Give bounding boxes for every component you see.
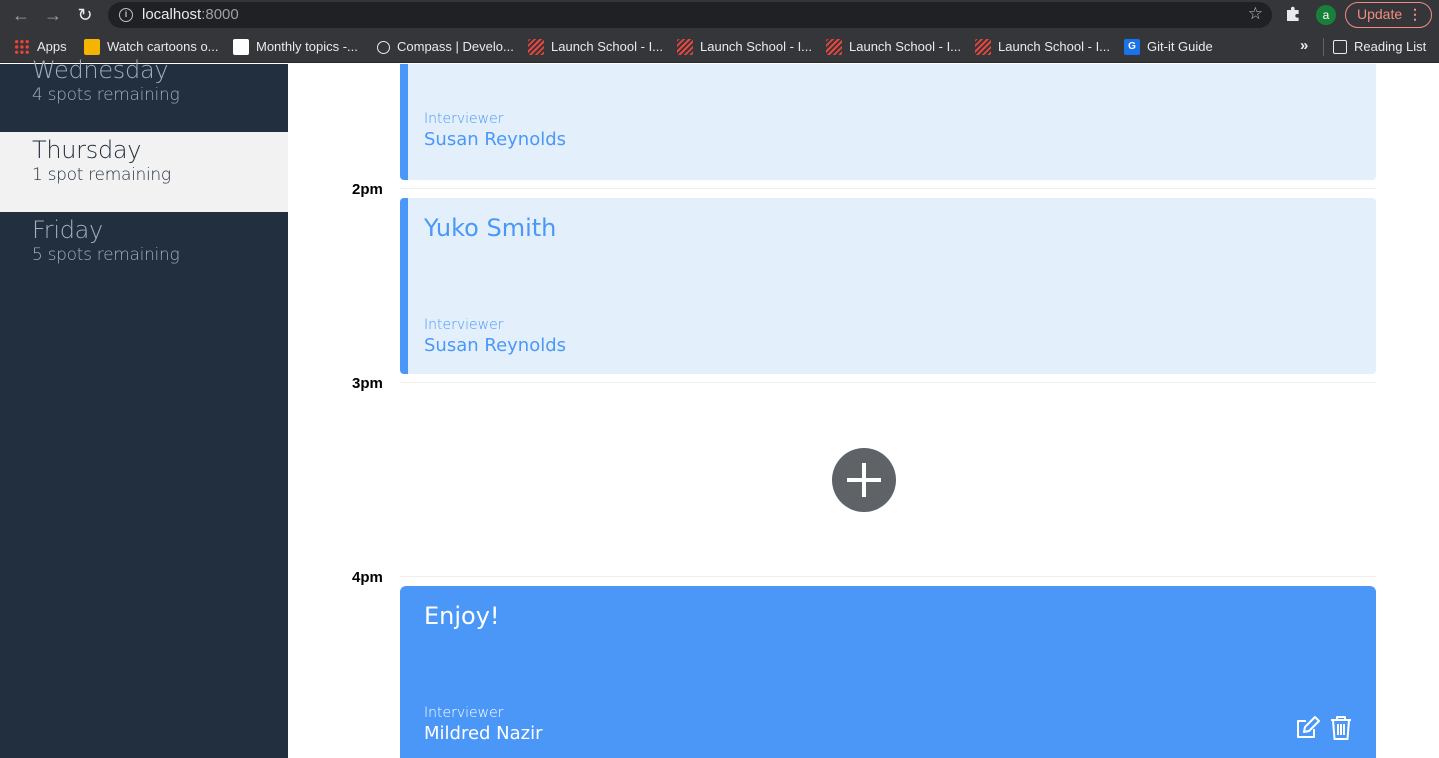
time-separator bbox=[400, 188, 1376, 189]
day-name: Wednesday bbox=[32, 56, 169, 84]
reload-icon[interactable]: ↻ bbox=[73, 3, 97, 27]
bookmark-launch-school-4[interactable]: Launch School - I... bbox=[975, 39, 1110, 55]
day-name: Friday bbox=[32, 216, 103, 244]
extensions-puzzle-icon[interactable] bbox=[1284, 5, 1302, 23]
bookmark-star-icon[interactable]: ☆ bbox=[1248, 4, 1263, 24]
interviewer-name: Mildred Nazir bbox=[424, 723, 543, 744]
time-separator bbox=[400, 382, 1376, 383]
launch-school-icon bbox=[826, 39, 842, 55]
more-menu-icon[interactable]: ⋮ bbox=[1408, 3, 1422, 26]
interviewer-name: Susan Reynolds bbox=[424, 335, 567, 356]
edit-icon[interactable] bbox=[1294, 714, 1322, 742]
bookmark-launch-school-1[interactable]: Launch School - I... bbox=[528, 39, 663, 55]
profile-avatar[interactable]: a bbox=[1316, 5, 1336, 25]
interviewer-label: Interviewer bbox=[424, 317, 504, 333]
forward-arrow-icon[interactable]: → bbox=[41, 3, 65, 27]
compass-icon bbox=[377, 40, 390, 54]
time-label: 2pm bbox=[352, 181, 383, 198]
schedule: Interviewer Susan Reynolds 2pm Yuko Smit… bbox=[288, 64, 1439, 758]
reading-list[interactable]: Reading List bbox=[1333, 39, 1426, 55]
site-info-icon[interactable]: i bbox=[119, 8, 133, 22]
launch-school-icon bbox=[975, 39, 991, 55]
reading-list-icon bbox=[1333, 40, 1347, 54]
browser-toolbar: ← → ↻ i localhost:8000 ☆ a Update ⋮ bbox=[0, 0, 1439, 30]
add-appointment-button[interactable] bbox=[832, 448, 896, 512]
bookmarks-divider bbox=[1323, 38, 1324, 56]
back-arrow-icon[interactable]: ← bbox=[9, 3, 33, 27]
appointment-card-hovered[interactable]: Enjoy! Interviewer Mildred Nazir bbox=[400, 586, 1376, 758]
appointment-student: Yuko Smith bbox=[424, 214, 557, 242]
time-separator bbox=[400, 576, 1376, 577]
time-label: 4pm bbox=[352, 569, 383, 586]
more-bookmarks-icon[interactable]: » bbox=[1300, 37, 1308, 54]
launch-school-icon bbox=[528, 39, 544, 55]
day-item-wednesday[interactable]: Wednesday 4 spots remaining bbox=[0, 52, 288, 132]
address-url[interactable]: localhost:8000 bbox=[142, 6, 239, 23]
address-bar[interactable]: i localhost:8000 ☆ bbox=[108, 2, 1272, 28]
day-item-thursday[interactable]: Thursday 1 spot remaining bbox=[0, 132, 288, 212]
bookmark-git-it-guide[interactable]: G Git-it Guide bbox=[1124, 39, 1213, 55]
appointment-card[interactable]: Yuko Smith Interviewer Susan Reynolds bbox=[400, 198, 1376, 374]
bookmark-compass[interactable]: Compass | Develo... bbox=[377, 39, 514, 55]
day-spots: 1 spot remaining bbox=[32, 165, 171, 185]
day-spots: 5 spots remaining bbox=[32, 245, 180, 265]
sidebar: Wednesday 4 spots remaining Thursday 1 s… bbox=[0, 56, 288, 758]
interviewer-label: Interviewer bbox=[424, 111, 504, 127]
day-name: Thursday bbox=[32, 136, 142, 164]
launch-school-icon bbox=[677, 39, 693, 55]
day-spots: 4 spots remaining bbox=[32, 85, 180, 105]
update-button[interactable]: Update ⋮ bbox=[1345, 2, 1432, 28]
bookmark-launch-school-2[interactable]: Launch School - I... bbox=[677, 39, 812, 55]
time-label: 3pm bbox=[352, 375, 383, 392]
interviewer-label: Interviewer bbox=[424, 705, 504, 721]
bookmark-launch-school-3[interactable]: Launch School - I... bbox=[826, 39, 961, 55]
git-it-icon: G bbox=[1124, 39, 1140, 55]
delete-trash-icon[interactable] bbox=[1327, 714, 1355, 742]
appointment-student: Enjoy! bbox=[424, 602, 500, 630]
appointment-card[interactable]: Interviewer Susan Reynolds bbox=[400, 64, 1376, 180]
day-item-friday[interactable]: Friday 5 spots remaining bbox=[0, 212, 288, 292]
interviewer-name: Susan Reynolds bbox=[424, 129, 567, 150]
